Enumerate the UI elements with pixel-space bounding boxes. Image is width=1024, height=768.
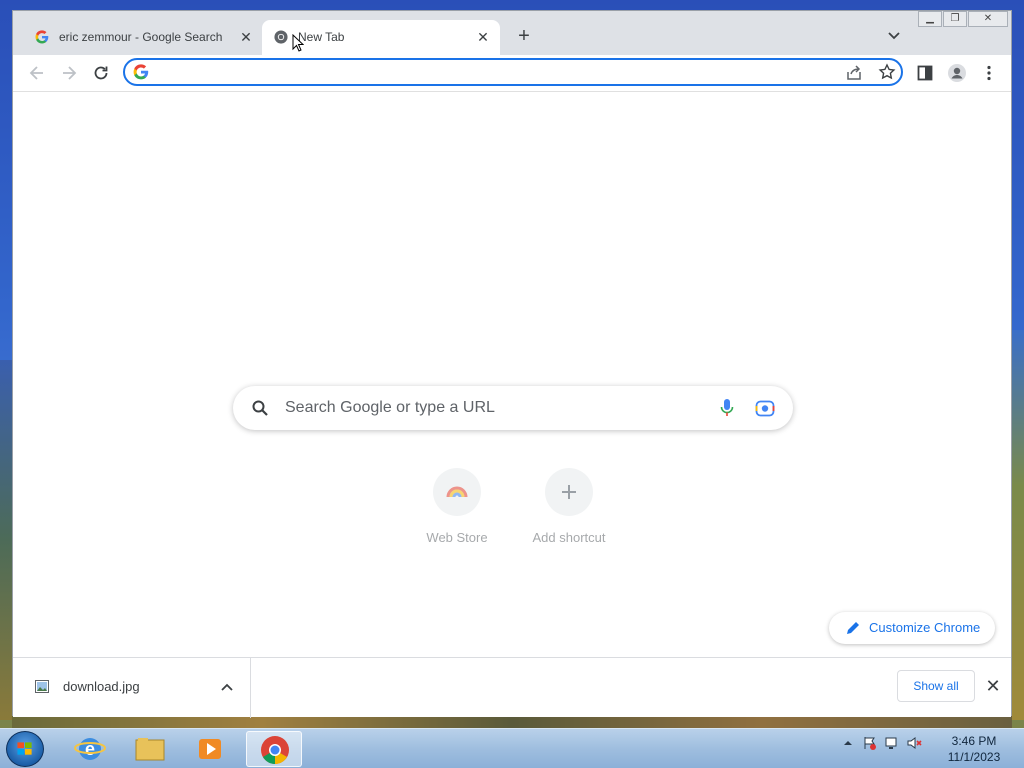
chrome-icon (261, 736, 289, 764)
search-placeholder: Search Google or type a URL (285, 399, 495, 416)
browser-toolbar (13, 55, 1011, 91)
new-tab-page: Search Google or type a URL Web Store Ad… (13, 91, 1011, 657)
taskbar-internet-explorer[interactable]: e (62, 731, 118, 767)
show-hidden-icons-icon[interactable] (840, 735, 856, 751)
folder-icon (135, 738, 165, 761)
taskbar-chrome[interactable] (246, 731, 302, 767)
side-panel-icon[interactable] (915, 63, 935, 83)
desktop-wallpaper-right (1012, 330, 1024, 720)
plus-icon (545, 468, 593, 516)
tab-title: New Tab (298, 30, 345, 44)
clock-date: 11/1/2023 (947, 750, 1001, 764)
chevron-up-icon[interactable] (219, 680, 235, 696)
network-icon[interactable] (884, 735, 900, 751)
tab-google-search[interactable]: eric zemmour - Google Search ✕ (23, 20, 263, 55)
microphone-icon[interactable] (719, 398, 735, 418)
search-icon (252, 400, 268, 416)
taskbar-clock[interactable]: 3:46 PM 11/1/2023 (934, 733, 1014, 765)
address-bar[interactable] (123, 58, 903, 86)
show-all-button[interactable]: Show all (897, 670, 975, 702)
customize-chrome-button[interactable]: Customize Chrome (829, 612, 995, 644)
image-file-icon (35, 680, 49, 693)
ntp-search-box[interactable]: Search Google or type a URL (233, 386, 793, 430)
system-tray (840, 735, 922, 751)
address-input[interactable] (155, 62, 835, 82)
share-icon[interactable] (845, 64, 863, 82)
window-controls: ▁ ❐ ✕ (917, 11, 1008, 27)
customize-label: Customize Chrome (869, 620, 981, 635)
close-download-bar-icon[interactable]: ✕ (983, 676, 1003, 696)
close-tab-icon[interactable]: ✕ (237, 28, 255, 46)
tab-strip: eric zemmour - Google Search ✕ New Tab ✕… (13, 11, 1011, 55)
reload-icon[interactable] (91, 63, 111, 83)
clock-time: 3:46 PM (951, 734, 997, 748)
media-player-icon (199, 739, 221, 759)
more-menu-icon[interactable] (979, 63, 999, 83)
shortcut-label: Web Store (426, 530, 488, 545)
profile-avatar-icon[interactable] (947, 63, 967, 83)
download-bar: download.jpg Show all ✕ (13, 657, 1011, 718)
bookmark-star-icon[interactable] (878, 63, 896, 81)
action-center-flag-icon[interactable] (862, 735, 878, 751)
chrome-icon (274, 30, 288, 44)
minimize-button[interactable]: ▁ (918, 11, 942, 27)
mouse-cursor-icon (292, 34, 304, 52)
web-store-icon (433, 468, 481, 516)
shortcut-add[interactable]: Add shortcut (519, 468, 619, 545)
internet-explorer-icon: e (74, 738, 106, 760)
window-close-button[interactable]: ✕ (968, 11, 1008, 27)
windows-taskbar: e 3:46 PM 11/1/2023 (0, 728, 1024, 768)
download-file-name: download.jpg (63, 679, 140, 694)
new-tab-button[interactable]: + (513, 26, 535, 48)
windows-logo-icon (17, 742, 32, 755)
taskbar-media-player[interactable] (182, 731, 238, 767)
google-lens-icon[interactable] (755, 399, 775, 417)
restore-button[interactable]: ❐ (943, 11, 967, 27)
forward-arrow-icon[interactable] (59, 63, 79, 83)
google-g-icon (133, 64, 149, 80)
tab-title: eric zemmour - Google Search (59, 30, 223, 44)
chrome-window: eric zemmour - Google Search ✕ New Tab ✕… (12, 10, 1012, 718)
google-g-icon (35, 30, 49, 44)
pencil-icon (847, 622, 859, 634)
tab-search-chevron-icon[interactable] (885, 27, 903, 45)
shortcut-label: Add shortcut (532, 530, 606, 545)
start-button[interactable] (6, 731, 44, 767)
shortcut-web-store[interactable]: Web Store (407, 468, 507, 545)
back-arrow-icon[interactable] (27, 63, 47, 83)
download-item[interactable]: download.jpg (13, 658, 251, 718)
volume-muted-icon[interactable] (906, 735, 922, 751)
desktop-wallpaper-left (0, 360, 12, 720)
taskbar-file-explorer[interactable] (122, 731, 178, 767)
close-tab-icon[interactable]: ✕ (474, 28, 492, 46)
